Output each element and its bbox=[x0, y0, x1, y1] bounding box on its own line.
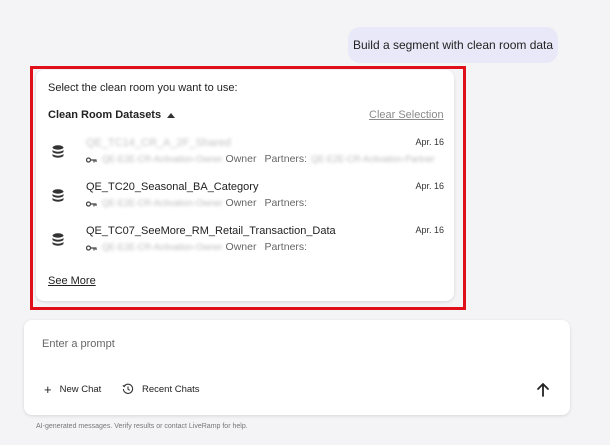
new-chat-button[interactable]: + New Chat bbox=[44, 383, 101, 396]
caret-up-icon[interactable] bbox=[167, 113, 176, 118]
recent-chats-button[interactable]: Recent Chats bbox=[122, 383, 200, 395]
plus-icon: + bbox=[44, 382, 52, 397]
dataset-row[interactable]: QE_TC07_SeeMore_RM_Retail_Transaction_Da… bbox=[48, 225, 444, 263]
database-icon bbox=[52, 189, 64, 202]
owner-label: Owner bbox=[225, 197, 257, 209]
owner-name: QE-E2E-CR-Activation-Owner bbox=[102, 198, 223, 208]
owner-name: QE-E2E-CR-Activation-Owner bbox=[102, 154, 223, 164]
user-message-text: Build a segment with clean room data bbox=[352, 38, 554, 52]
database-icon bbox=[52, 145, 64, 158]
dataset-name: QE_TC14_CR_A_2F_Shared bbox=[86, 137, 231, 149]
dataset-name: QE_TC07_SeeMore_RM_Retail_Transaction_Da… bbox=[86, 225, 336, 237]
key-icon bbox=[86, 157, 97, 163]
dataset-date: Apr. 16 bbox=[415, 225, 444, 235]
recent-chats-label: Recent Chats bbox=[142, 383, 200, 395]
dataset-meta: QE-E2E-CR-Activation-Owner Owner Partner… bbox=[102, 241, 307, 253]
arrow-up-icon[interactable] bbox=[535, 382, 551, 398]
datasets-header[interactable]: Clean Room Datasets bbox=[48, 109, 176, 121]
dataset-meta: QE-E2E-CR-Activation-Owner Owner Partner… bbox=[102, 153, 435, 165]
see-more-link[interactable]: See More bbox=[48, 275, 96, 287]
partners-label: Partners: bbox=[264, 241, 308, 253]
owner-label: Owner bbox=[225, 153, 257, 165]
partners-value: QE-E2E-CR-Activation-Partner bbox=[311, 154, 435, 164]
prompt-input[interactable]: Enter a prompt bbox=[42, 338, 115, 350]
prompt-title: Select the clean room you want to use: bbox=[48, 82, 238, 94]
new-chat-label: New Chat bbox=[59, 384, 102, 395]
dataset-row[interactable]: QE_TC14_CR_A_2F_Shared Apr. 16 QE-E2E-CR… bbox=[48, 137, 444, 175]
database-icon bbox=[52, 233, 64, 246]
dataset-name: QE_TC20_Seasonal_BA_Category bbox=[86, 181, 259, 193]
owner-label: Owner bbox=[225, 241, 257, 253]
dataset-meta: QE-E2E-CR-Activation-Owner Owner Partner… bbox=[102, 197, 307, 209]
dataset-date: Apr. 16 bbox=[415, 137, 444, 147]
user-message-bubble: Build a segment with clean room data bbox=[348, 27, 558, 63]
key-icon bbox=[86, 201, 97, 207]
dataset-row[interactable]: QE_TC20_Seasonal_BA_Category Apr. 16 QE-… bbox=[48, 181, 444, 219]
prompt-input-box[interactable] bbox=[24, 320, 570, 415]
clear-selection-link[interactable]: Clear Selection bbox=[369, 109, 444, 121]
dataset-date: Apr. 16 bbox=[415, 181, 444, 191]
datasets-header-label: Clean Room Datasets bbox=[48, 109, 162, 121]
footer-disclaimer: AI-generated messages. Verify results or… bbox=[36, 423, 248, 430]
history-icon bbox=[122, 383, 134, 394]
key-icon bbox=[86, 245, 97, 251]
partners-label: Partners: bbox=[264, 153, 308, 165]
owner-name: QE-E2E-CR-Activation-Owner bbox=[102, 242, 223, 252]
partners-label: Partners: bbox=[264, 197, 308, 209]
